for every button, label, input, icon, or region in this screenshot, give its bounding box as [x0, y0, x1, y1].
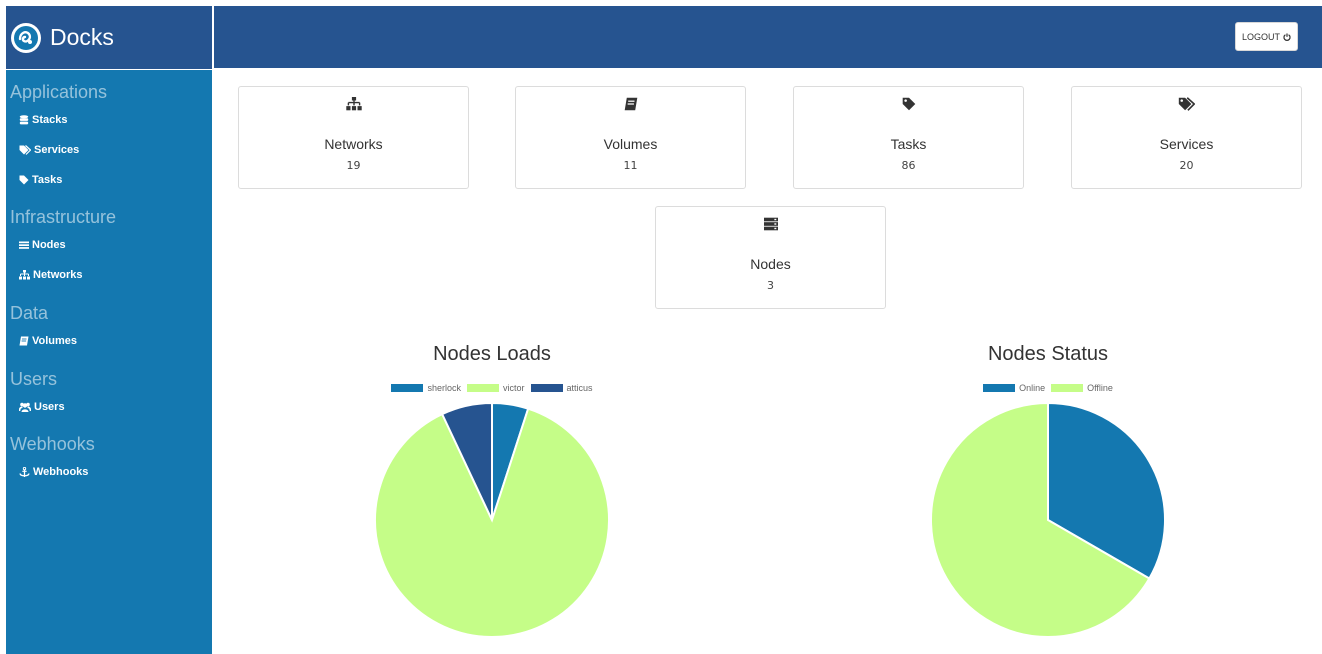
sitemap-icon — [345, 97, 362, 111]
card-title: Networks — [324, 136, 383, 152]
legend-swatch — [391, 384, 424, 392]
users-icon — [19, 402, 31, 412]
chart-title: Nodes Loads — [433, 343, 551, 365]
sidebar-section-title: Infrastructure — [10, 207, 117, 227]
book-icon — [624, 97, 637, 111]
sidebar-section-title: Webhooks — [10, 434, 95, 454]
sidebar-item-label: Users — [34, 401, 65, 413]
chart-legend: Online Offline — [888, 383, 1208, 393]
chart-legend: sherlock victor atticus — [332, 383, 652, 393]
dashboard-app: Docks LOGOUT Applications Stacks Service… — [0, 0, 1322, 654]
legend-swatch — [530, 384, 563, 392]
sidebar-item-label: Networks — [33, 269, 83, 281]
sidebar-item-users[interactable]: Users — [6, 398, 65, 416]
tag-icon — [902, 97, 915, 111]
sidebar-item-webhooks[interactable]: Webhooks — [6, 463, 95, 481]
card-services[interactable]: Services 20 — [1071, 86, 1302, 189]
tags-icon — [1178, 97, 1195, 111]
legend-label: Offline — [1087, 383, 1113, 393]
sidebar-section-title: Data — [10, 303, 49, 323]
chart-title: Nodes Status — [987, 343, 1109, 365]
card-nodes[interactable]: Nodes 3 — [655, 206, 886, 309]
sidebar-section-data: Data Volumes — [6, 302, 77, 350]
sidebar-section-applications: Applications Stacks Services Tasks — [6, 81, 107, 189]
nodes-loads-pie — [374, 402, 610, 638]
legend-item[interactable]: victor — [466, 383, 525, 393]
database-icon — [19, 115, 29, 125]
sidebar: Applications Stacks Services Tasks Infra… — [6, 70, 212, 654]
logout-label: LOGOUT — [1241, 31, 1280, 42]
docks-logo-icon — [11, 22, 41, 53]
legend-item[interactable]: Online — [983, 383, 1045, 393]
legend-swatch — [983, 384, 1016, 392]
logout-button[interactable]: LOGOUT — [1235, 22, 1298, 51]
legend-item[interactable]: atticus — [530, 383, 593, 393]
card-count: 11 — [623, 159, 638, 172]
brand-header[interactable]: Docks — [6, 6, 212, 69]
card-count: 86 — [901, 159, 916, 172]
sidebar-section-title: Applications — [10, 82, 108, 102]
topbar: LOGOUT — [214, 6, 1322, 68]
nodes-status-chart: Nodes Status Online Offline — [888, 340, 1208, 654]
sidebar-item-nodes[interactable]: Nodes — [6, 236, 116, 254]
legend-item[interactable]: sherlock — [391, 383, 461, 393]
card-title: Services — [1159, 136, 1214, 152]
sidebar-item-tasks[interactable]: Tasks — [6, 171, 107, 189]
book-icon — [19, 336, 29, 346]
nodes-status-pie — [930, 402, 1166, 638]
legend-swatch — [466, 384, 499, 392]
sidebar-item-label: Webhooks — [33, 466, 89, 478]
card-count: 20 — [1179, 159, 1194, 172]
card-tasks[interactable]: Tasks 86 — [793, 86, 1024, 189]
card-count: 3 — [767, 279, 774, 292]
sitemap-icon — [19, 270, 30, 280]
card-networks[interactable]: Networks 19 — [238, 86, 469, 189]
sidebar-item-networks[interactable]: Networks — [6, 266, 116, 284]
sidebar-item-services[interactable]: Services — [6, 141, 107, 159]
card-title: Nodes — [750, 256, 791, 272]
sidebar-item-label: Stacks — [32, 114, 68, 126]
anchor-icon — [19, 466, 30, 477]
sidebar-section-users: Users Users — [6, 368, 65, 416]
tag-icon — [19, 175, 29, 185]
server-icon — [763, 217, 778, 231]
nodes-loads-chart: Nodes Loads sherlock victor atticus — [332, 340, 652, 654]
power-icon — [1283, 32, 1291, 41]
sidebar-item-label: Services — [34, 144, 80, 156]
list-icon — [19, 241, 29, 249]
card-count: 19 — [346, 159, 361, 172]
tags-icon — [19, 145, 31, 155]
sidebar-item-label: Tasks — [32, 174, 63, 186]
brand-title: Docks — [50, 24, 114, 50]
sidebar-section-title: Users — [10, 369, 58, 389]
sidebar-item-stacks[interactable]: Stacks — [6, 111, 107, 129]
legend-label: victor — [502, 383, 525, 393]
legend-label: sherlock — [427, 383, 461, 393]
legend-swatch — [1051, 384, 1084, 392]
legend-label: atticus — [566, 383, 593, 393]
legend-item[interactable]: Offline — [1051, 383, 1113, 393]
sidebar-section-infrastructure: Infrastructure Nodes Networks — [6, 206, 116, 284]
sidebar-item-volumes[interactable]: Volumes — [6, 332, 77, 350]
card-volumes[interactable]: Volumes 11 — [515, 86, 746, 189]
sidebar-divider — [212, 6, 214, 654]
sidebar-item-label: Volumes — [32, 335, 78, 347]
card-title: Volumes — [603, 136, 658, 152]
sidebar-item-label: Nodes — [32, 239, 66, 251]
legend-label: Online — [1019, 383, 1046, 393]
sidebar-section-webhooks: Webhooks Webhooks — [6, 433, 95, 481]
card-title: Tasks — [890, 136, 927, 152]
